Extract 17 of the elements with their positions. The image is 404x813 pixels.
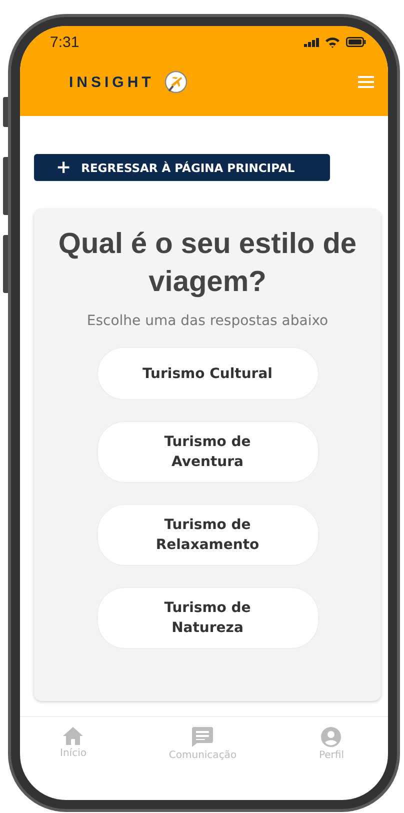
- answer-button[interactable]: Turismo Cultural: [96, 347, 318, 400]
- plane-globe-icon: [164, 70, 188, 94]
- home-icon[interactable]: [63, 727, 84, 745]
- logo-text: INSIGHT: [69, 74, 154, 90]
- menu-icon[interactable]: [358, 76, 374, 88]
- question-title: Qual é o seu estilo de viagem?: [57, 227, 358, 300]
- question-subtitle: Escolhe uma das respostas abaixo: [86, 313, 328, 329]
- wifi-icon: [325, 36, 340, 48]
- back-to-home-button[interactable]: + REGRESSAR À PÁGINA PRINCIPAL: [34, 154, 330, 181]
- answer-button[interactable]: Turismo de Aventura: [96, 421, 318, 483]
- battery-icon: [346, 37, 366, 47]
- chat-icon[interactable]: [192, 727, 214, 747]
- answer-button[interactable]: Turismo de Natureza: [96, 587, 318, 649]
- answer-button[interactable]: Turismo de Relaxamento: [96, 504, 318, 566]
- profile-icon[interactable]: [321, 727, 342, 747]
- signal-icon: [304, 38, 319, 46]
- status-time: 7:31: [50, 34, 80, 50]
